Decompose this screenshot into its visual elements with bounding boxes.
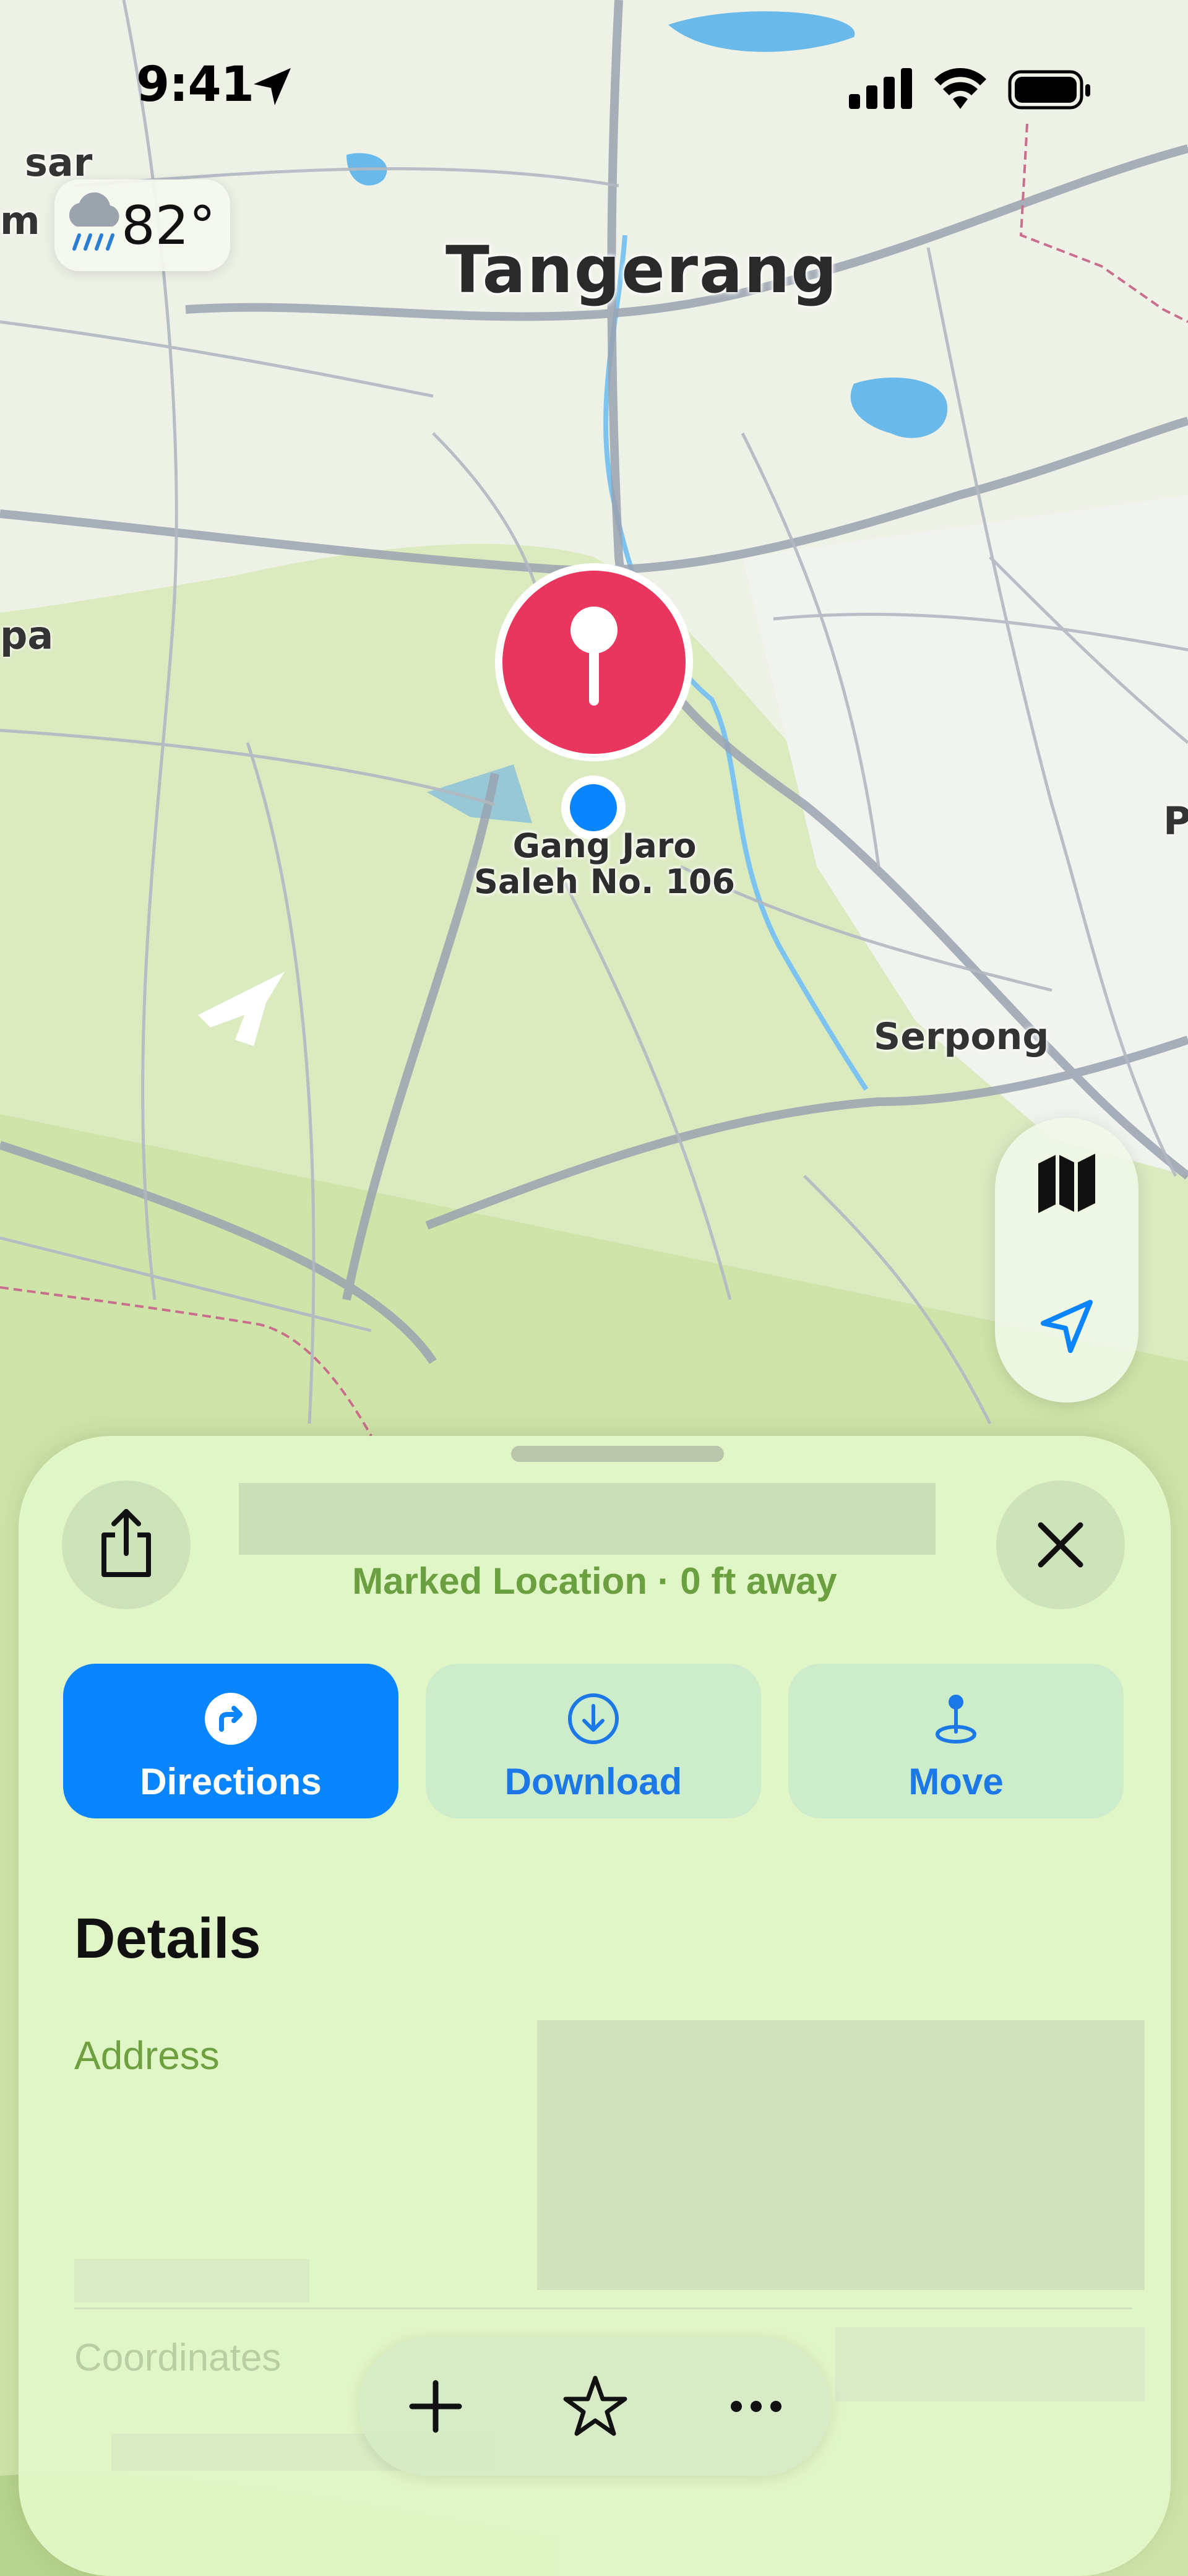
place-title-redacted xyxy=(239,1483,936,1555)
elevation-row-redacted xyxy=(74,2259,309,2302)
status-time: 9:41 xyxy=(136,57,254,113)
place-toolbar xyxy=(359,2337,830,2476)
location-arrow-icon[interactable] xyxy=(1037,1297,1096,1357)
directions-button[interactable]: Directions xyxy=(63,1664,398,1818)
wifi-icon xyxy=(934,68,986,109)
download-icon xyxy=(568,1693,619,1744)
ellipsis-icon[interactable] xyxy=(721,2372,791,2441)
map-icon[interactable] xyxy=(1035,1151,1099,1216)
directions-label: Directions xyxy=(140,1761,322,1802)
download-button[interactable]: Download xyxy=(426,1664,761,1818)
star-icon[interactable] xyxy=(561,2372,630,2441)
map-label-edge-m: m xyxy=(0,198,40,243)
map-controls xyxy=(995,1118,1138,1403)
directions-icon xyxy=(205,1693,257,1745)
map-label-edge-sar: sar xyxy=(25,140,93,185)
close-icon xyxy=(1038,1522,1083,1568)
details-heading: Details xyxy=(74,1907,261,1970)
map-label-serpong: Serpong xyxy=(874,1015,1049,1058)
pin-label-line-1: Gang Jaro xyxy=(512,826,697,865)
move-label: Move xyxy=(908,1761,1004,1802)
marked-location-pin[interactable] xyxy=(489,557,699,767)
location-services-icon xyxy=(254,68,291,105)
place-subtitle: Marked Location · 0 ft away xyxy=(352,1560,837,1602)
download-label: Download xyxy=(504,1761,682,1802)
plus-icon[interactable] xyxy=(401,2372,470,2441)
details-divider xyxy=(74,2307,1132,2309)
status-indicators xyxy=(849,68,1090,110)
cellular-signal-icon xyxy=(849,68,912,109)
coordinates-label: Coordinates xyxy=(74,2336,282,2379)
pin-label-line-2: Saleh No. 106 xyxy=(474,862,736,901)
map-label-tangerang: Tangerang xyxy=(446,232,838,308)
move-button[interactable]: Move xyxy=(788,1664,1124,1818)
battery-icon xyxy=(1008,70,1090,110)
address-value-redacted xyxy=(537,2020,1145,2290)
map-label-edge-p: P xyxy=(1163,798,1188,844)
cloud-rain-icon xyxy=(69,192,119,251)
weather-temperature: 82° xyxy=(121,195,216,257)
close-button[interactable] xyxy=(996,1480,1125,1609)
pin-address-label: Gang Jaro Saleh No. 106 xyxy=(474,828,735,900)
address-label: Address xyxy=(74,2033,220,2078)
coordinates-value-redacted xyxy=(835,2327,1145,2401)
move-pin-icon xyxy=(936,1695,976,1744)
map-label-edge-pa: pa xyxy=(0,613,54,658)
sheet-grabber[interactable] xyxy=(511,1446,724,1462)
